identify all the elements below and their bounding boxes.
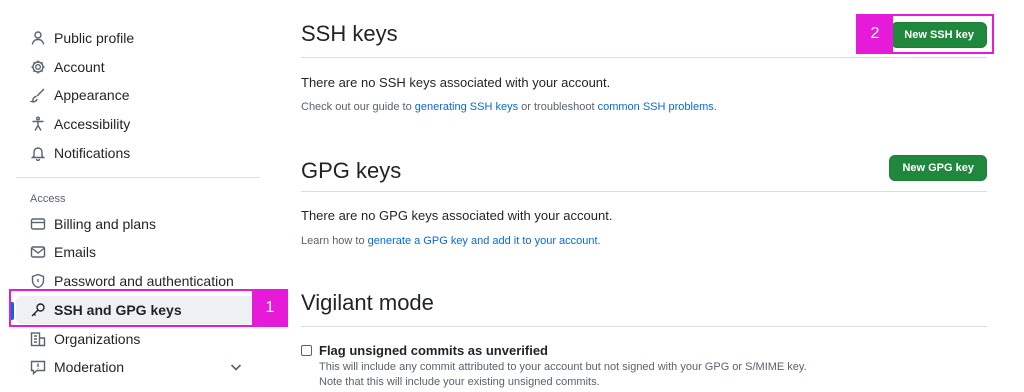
sidebar-item-label: Billing and plans bbox=[54, 215, 156, 232]
gear-icon bbox=[30, 59, 46, 75]
gpg-keys-title: GPG keys bbox=[301, 158, 402, 183]
sidebar-item-public-profile[interactable]: Public profile bbox=[16, 24, 260, 52]
annotation-badge-2: 2 bbox=[857, 15, 893, 53]
flag-unsigned-commits-checkbox[interactable] bbox=[301, 345, 312, 356]
sidebar-item-notifications[interactable]: Notifications bbox=[16, 139, 260, 167]
report-icon bbox=[30, 359, 46, 376]
gpg-learn-prefix: Learn how to bbox=[301, 235, 368, 247]
sidebar-divider bbox=[16, 176, 260, 178]
ssh-guide-mid: or troubleshoot bbox=[518, 101, 598, 113]
new-gpg-key-button[interactable]: New GPG key bbox=[889, 155, 987, 181]
flag-unsigned-commits-label[interactable]: Flag unsigned commits as unverified bbox=[319, 343, 548, 358]
ssh-guide-prefix: Check out our guide to bbox=[301, 101, 415, 113]
sidebar-item-label: Appearance bbox=[54, 87, 130, 104]
vigilant-mode-title: Vigilant mode bbox=[301, 290, 434, 315]
sidebar-item-label: Password and authentication bbox=[54, 273, 234, 290]
gpg-learn-suffix: . bbox=[597, 235, 601, 247]
generate-gpg-key-link[interactable]: generate a GPG key and add it to your ac… bbox=[368, 235, 598, 247]
organization-icon bbox=[30, 331, 46, 347]
sidebar-item-moderation[interactable]: Moderation bbox=[16, 353, 260, 381]
chevron-down-icon[interactable] bbox=[228, 359, 244, 375]
sidebar-item-appearance[interactable]: Appearance bbox=[16, 81, 260, 109]
gpg-keys-header: GPG keys New GPG key bbox=[301, 155, 987, 192]
sidebar-item-label: Accessibility bbox=[54, 116, 131, 133]
sidebar-item-organizations[interactable]: Organizations bbox=[16, 325, 260, 353]
generating-ssh-keys-link[interactable]: generating SSH keys bbox=[415, 101, 518, 113]
sidebar-item-label: Emails bbox=[54, 244, 97, 261]
gpg-learn-text: Learn how to generate a GPG key and add … bbox=[301, 235, 601, 247]
sidebar-item-label: Account bbox=[54, 58, 105, 75]
ssh-guide-text: Check out our guide to generating SSH ke… bbox=[301, 101, 717, 113]
shield-lock-icon bbox=[30, 273, 46, 289]
vigilant-desc-line2: Note that this will include your existin… bbox=[319, 376, 600, 388]
sidebar-item-emails[interactable]: Emails bbox=[16, 238, 260, 266]
flag-unsigned-commits-row: Flag unsigned commits as unverified bbox=[301, 343, 548, 358]
sidebar-group-heading-access: Access bbox=[30, 192, 66, 205]
ssh-guide-suffix: . bbox=[713, 101, 717, 113]
bell-icon bbox=[30, 145, 46, 161]
annotation-badge-1: 1 bbox=[252, 289, 288, 327]
gpg-empty-message: There are no GPG keys associated with yo… bbox=[301, 208, 613, 223]
sidebar-item-accessibility[interactable]: Accessibility bbox=[16, 110, 260, 138]
sidebar-item-account[interactable]: Account bbox=[16, 53, 260, 81]
sidebar-item-label: Moderation bbox=[54, 359, 125, 376]
sidebar-item-label: Public profile bbox=[54, 30, 135, 46]
ssh-empty-message: There are no SSH keys associated with yo… bbox=[301, 75, 611, 90]
person-icon bbox=[30, 30, 46, 46]
paintbrush-icon bbox=[30, 87, 46, 103]
sidebar-item-billing[interactable]: Billing and plans bbox=[16, 210, 260, 238]
mail-icon bbox=[30, 244, 46, 260]
vigilant-mode-header: Vigilant mode bbox=[301, 290, 987, 327]
annotation-highlight-1 bbox=[9, 289, 287, 327]
flag-unsigned-commits-description: This will include any commit attributed … bbox=[319, 360, 807, 390]
sidebar-item-label: Notifications bbox=[54, 144, 131, 161]
sidebar-item-label: Organizations bbox=[54, 330, 141, 347]
credit-card-icon bbox=[30, 216, 46, 232]
common-ssh-problems-link[interactable]: common SSH problems bbox=[598, 101, 714, 113]
accessibility-icon bbox=[30, 116, 46, 132]
vigilant-desc-line1: This will include any commit attributed … bbox=[319, 361, 807, 373]
settings-sidebar: Public profile Account Appearance Access… bbox=[10, 24, 260, 382]
